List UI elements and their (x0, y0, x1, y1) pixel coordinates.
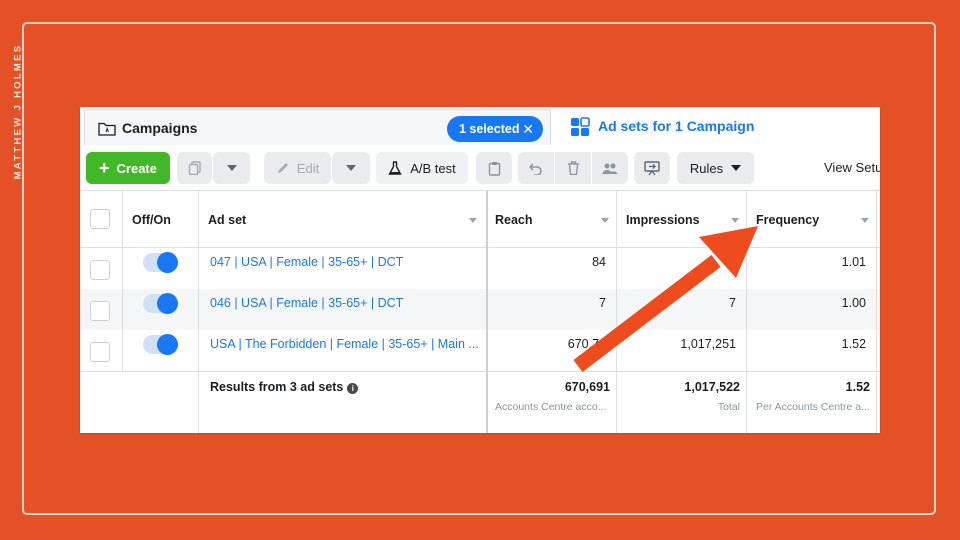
edit-label: Edit (296, 160, 320, 176)
header-frequency[interactable]: Frequency (756, 213, 819, 227)
selected-badge-label: 1 selected (459, 122, 520, 136)
table-row[interactable]: 046 | USA | Female | 35-65+ | DCT 7 7 1.… (80, 289, 880, 330)
adsets-grid-icon (571, 117, 590, 136)
preview-button[interactable] (634, 152, 670, 184)
column-divider (746, 191, 747, 433)
totals-label: Results from 3 ad sets i (210, 380, 359, 394)
select-all-checkbox[interactable] (90, 209, 110, 229)
table-row[interactable]: 047 | USA | Female | 35-65+ | DCT 84 1.0… (80, 248, 880, 289)
edit-dropdown[interactable] (332, 152, 370, 184)
column-divider (616, 191, 617, 433)
view-setup-link[interactable]: View Setu (824, 160, 880, 175)
edit-button[interactable]: Edit (264, 152, 331, 184)
row-checkbox[interactable] (90, 260, 110, 280)
total-impressions-sub: Total (717, 401, 740, 413)
header-adset[interactable]: Ad set (208, 213, 246, 227)
impressions-value: 1,017,251 (680, 337, 736, 351)
column-divider (122, 191, 123, 371)
plus-icon: + (99, 157, 110, 178)
watermark: MATTHEW J HOLMES (8, 40, 28, 190)
frequency-value: 1.52 (841, 337, 866, 351)
row-checkbox[interactable] (90, 301, 110, 321)
row-checkbox[interactable] (90, 342, 110, 362)
sort-icon[interactable] (861, 218, 869, 223)
tab-adsets[interactable]: Ad sets for 1 Campaign (558, 109, 880, 145)
chevron-down-icon (226, 165, 237, 171)
clipboard-icon (488, 161, 500, 176)
chevron-down-icon (346, 165, 356, 171)
sort-icon[interactable] (731, 218, 739, 223)
ads-manager-window: Campaigns 1 selected ✕ Ad sets for 1 Cam… (80, 107, 880, 433)
totals-label-text: Results from 3 ad sets (210, 380, 344, 394)
impressions-value: 7 (729, 296, 736, 310)
reach-value: 84 (592, 255, 606, 269)
toggle-knob (157, 334, 178, 355)
create-button[interactable]: + Create (86, 152, 170, 184)
undo-icon (529, 162, 542, 175)
header-impressions[interactable]: Impressions (626, 213, 700, 227)
column-divider (198, 191, 199, 433)
clear-selection-icon[interactable]: ✕ (522, 116, 534, 142)
pencil-icon (277, 163, 288, 173)
flask-icon (388, 160, 402, 175)
duplicate-icon (188, 161, 201, 175)
total-frequency-sub: Per Accounts Centre a... (756, 401, 870, 413)
header-reach[interactable]: Reach (495, 213, 533, 227)
table-header: Off/On Ad set Reach Impressions Frequenc… (80, 191, 880, 248)
sort-icon[interactable] (601, 218, 609, 223)
reach-value: 670,71 (567, 337, 606, 351)
adset-name-link[interactable]: 046 | USA | Female | 35-65+ | DCT (210, 296, 403, 310)
on-off-toggle[interactable] (143, 293, 178, 314)
delete-button[interactable] (555, 152, 591, 184)
adsets-table: Off/On Ad set Reach Impressions Frequenc… (80, 191, 880, 433)
frequency-value: 1.00 (841, 296, 866, 310)
preview-icon (644, 160, 660, 175)
adset-name-link[interactable]: 047 | USA | Female | 35-65+ | DCT (210, 255, 403, 269)
toolbar: + Create Edit A/B test Rules View Setu (80, 147, 880, 191)
total-impressions: 1,017,522 (684, 380, 740, 394)
column-divider (486, 191, 488, 433)
ab-test-button[interactable]: A/B test (376, 152, 468, 184)
audience-button[interactable] (592, 152, 628, 184)
info-icon[interactable]: i (347, 383, 359, 394)
row-divider (80, 371, 880, 372)
people-icon (602, 163, 618, 174)
reach-value: 7 (599, 296, 606, 310)
rules-dropdown[interactable]: Rules (677, 152, 754, 184)
chevron-down-icon (731, 165, 742, 171)
paste-button[interactable] (476, 152, 512, 184)
on-off-toggle[interactable] (143, 252, 178, 273)
rules-label: Rules (689, 160, 724, 176)
create-label: Create (116, 160, 157, 176)
tab-campaigns[interactable]: Campaigns 1 selected ✕ (84, 109, 551, 145)
frequency-value: 1.01 (841, 255, 866, 269)
tab-bar: Campaigns 1 selected ✕ Ad sets for 1 Cam… (80, 107, 880, 147)
duplicate-dropdown[interactable] (213, 152, 250, 184)
sort-icon[interactable] (469, 218, 477, 223)
folder-icon (98, 122, 116, 136)
toggle-knob (157, 293, 178, 314)
total-frequency: 1.52 (845, 380, 870, 394)
total-reach: 670,691 (564, 380, 610, 394)
selected-badge[interactable]: 1 selected ✕ (447, 116, 543, 142)
header-offon: Off/On (132, 213, 171, 227)
column-divider (876, 191, 877, 433)
tab-campaigns-label: Campaigns (122, 120, 198, 136)
tab-adsets-label: Ad sets for 1 Campaign (598, 118, 755, 134)
undo-button[interactable] (518, 152, 554, 184)
ab-test-label: A/B test (410, 160, 456, 176)
toggle-knob (157, 252, 178, 273)
duplicate-button[interactable] (177, 152, 212, 184)
table-row[interactable]: USA | The Forbidden | Female | 35-65+ | … (80, 330, 880, 371)
adset-name-link[interactable]: USA | The Forbidden | Female | 35-65+ | … (210, 337, 479, 351)
total-reach-sub: Accounts Centre acco... (495, 401, 607, 413)
watermark-text: MATTHEW J HOLMES (12, 43, 24, 180)
trash-icon (567, 161, 579, 175)
on-off-toggle[interactable] (143, 334, 178, 355)
